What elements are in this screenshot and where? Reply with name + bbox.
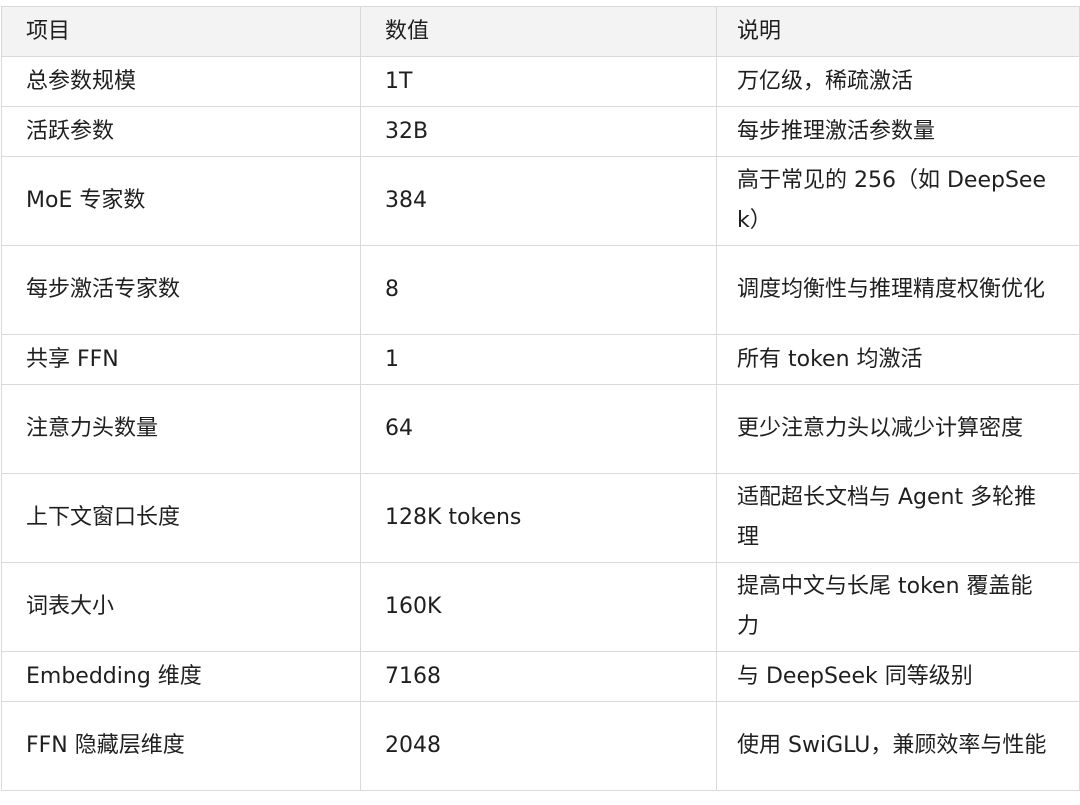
table-row: 上下文窗口长度 128K tokens 适配超长文档与 Agent 多轮推理 — [1, 473, 1080, 563]
table-header-row: 项目 数值 说明 — [1, 6, 1080, 57]
table-row: 每步激活专家数 8 调度均衡性与推理精度权衡优化 — [1, 245, 1080, 335]
cell-item: 词表大小 — [1, 562, 361, 652]
table-row: Embedding 维度 7168 与 DeepSeek 同等级别 — [1, 651, 1080, 702]
spec-table: 项目 数值 说明 总参数规模 1T 万亿级，稀疏激活 活跃参数 32B 每步推理… — [1, 6, 1080, 791]
table-row: 注意力头数量 64 更少注意力头以减少计算密度 — [1, 384, 1080, 474]
cell-value: 160K — [360, 562, 717, 652]
table-row: 共享 FFN 1 所有 token 均激活 — [1, 334, 1080, 385]
cell-item: 每步激活专家数 — [1, 245, 361, 335]
cell-item: 上下文窗口长度 — [1, 473, 361, 563]
cell-desc: 每步推理激活参数量 — [716, 106, 1080, 157]
cell-value: 128K tokens — [360, 473, 717, 563]
cell-value: 64 — [360, 384, 717, 474]
cell-value: 8 — [360, 245, 717, 335]
cell-value: 32B — [360, 106, 717, 157]
cell-desc: 适配超长文档与 Agent 多轮推理 — [716, 473, 1080, 563]
cell-desc: 更少注意力头以减少计算密度 — [716, 384, 1080, 474]
cell-desc: 使用 SwiGLU，兼顾效率与性能 — [716, 701, 1080, 791]
cell-item: 共享 FFN — [1, 334, 361, 385]
header-desc: 说明 — [716, 6, 1080, 57]
cell-value: 384 — [360, 156, 717, 246]
cell-item: 注意力头数量 — [1, 384, 361, 474]
cell-item: FFN 隐藏层维度 — [1, 701, 361, 791]
header-value: 数值 — [360, 6, 717, 57]
cell-desc: 高于常见的 256（如 DeepSeek） — [716, 156, 1080, 246]
cell-value: 2048 — [360, 701, 717, 791]
table-row: 总参数规模 1T 万亿级，稀疏激活 — [1, 56, 1080, 107]
table-row: FFN 隐藏层维度 2048 使用 SwiGLU，兼顾效率与性能 — [1, 701, 1080, 791]
cell-item: 活跃参数 — [1, 106, 361, 157]
header-item: 项目 — [1, 6, 361, 57]
table-row: 活跃参数 32B 每步推理激活参数量 — [1, 106, 1080, 157]
cell-desc: 与 DeepSeek 同等级别 — [716, 651, 1080, 702]
cell-desc: 提高中文与长尾 token 覆盖能力 — [716, 562, 1080, 652]
cell-value: 7168 — [360, 651, 717, 702]
cell-item: MoE 专家数 — [1, 156, 361, 246]
cell-desc: 万亿级，稀疏激活 — [716, 56, 1080, 107]
cell-desc: 所有 token 均激活 — [716, 334, 1080, 385]
cell-desc: 调度均衡性与推理精度权衡优化 — [716, 245, 1080, 335]
table-row: MoE 专家数 384 高于常见的 256（如 DeepSeek） — [1, 156, 1080, 246]
table-row: 词表大小 160K 提高中文与长尾 token 覆盖能力 — [1, 562, 1080, 652]
cell-value: 1 — [360, 334, 717, 385]
cell-item: Embedding 维度 — [1, 651, 361, 702]
cell-value: 1T — [360, 56, 717, 107]
cell-item: 总参数规模 — [1, 56, 361, 107]
